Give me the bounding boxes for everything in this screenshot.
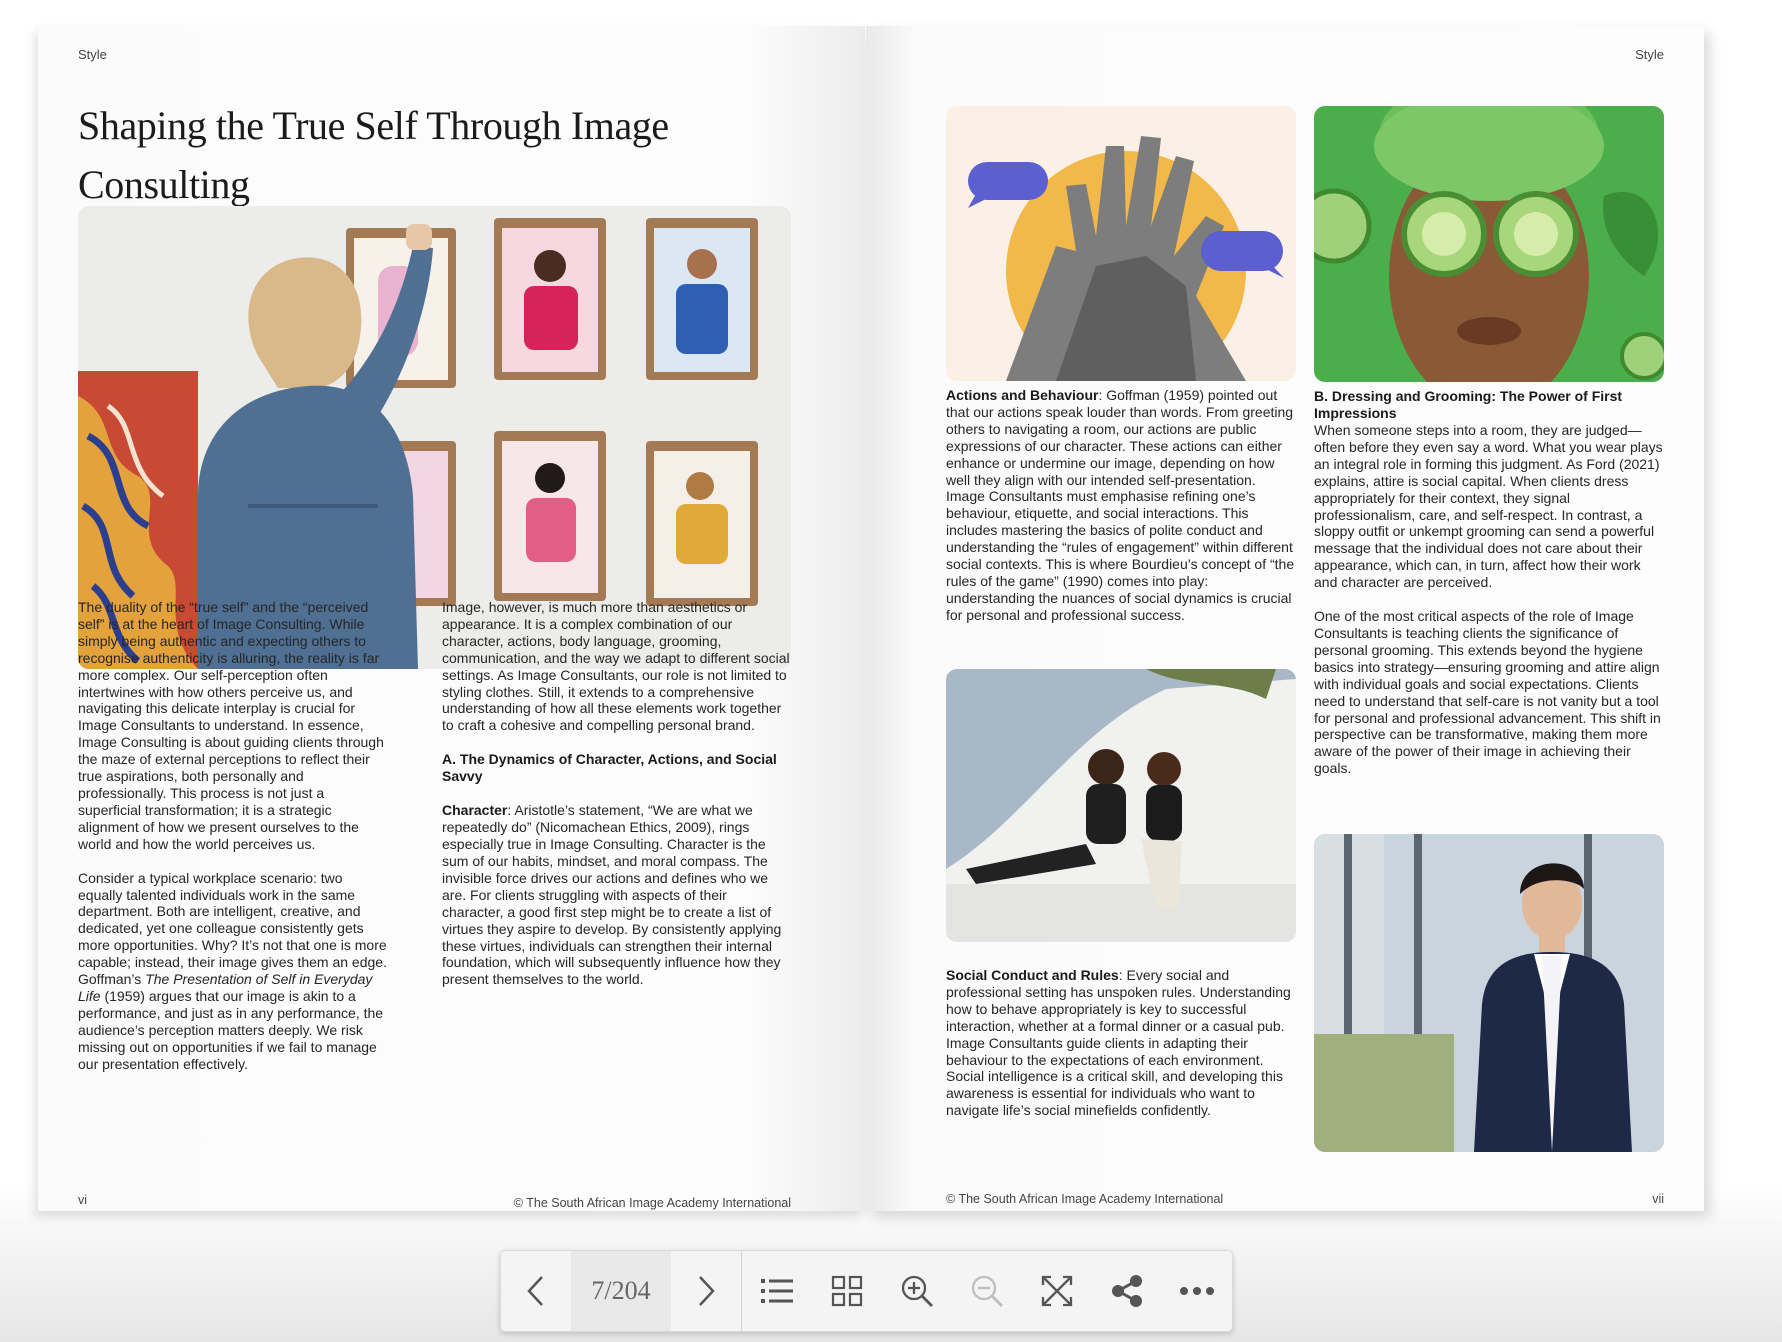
paragraph: Consider a typical workplace scenario: t…: [78, 870, 390, 1073]
businesswoman-photo: [1314, 834, 1664, 1152]
left-column-2: Image, however, is much more than aesthe…: [442, 599, 792, 1005]
right-column-1-bottom: Social Conduct and Rules: Every social a…: [946, 967, 1296, 1136]
viewer-toolbar: 7/204: [500, 1250, 1233, 1332]
grid-icon: [831, 1275, 863, 1307]
zoom-out-icon: [971, 1275, 1003, 1307]
paragraph: One of the most critical aspects of the …: [1314, 608, 1661, 777]
left-column-1: The duality of the “true self” and the “…: [78, 599, 390, 1089]
table-of-contents-button[interactable]: [742, 1251, 812, 1331]
thumbnails-button[interactable]: [812, 1251, 882, 1331]
cucumber-spa-graphic: [1314, 106, 1664, 382]
businesswoman-graphic: [1314, 834, 1664, 1152]
zoom-out-button[interactable]: [952, 1251, 1022, 1331]
right-column-1-top: Actions and Behaviour: Goffman (1959) po…: [946, 387, 1296, 641]
text-run: : Goffman (1959) pointed out that our ac…: [946, 387, 1295, 623]
text-run: : Every social and professional setting …: [946, 967, 1291, 1119]
friends-sitting-graphic: [946, 669, 1296, 942]
article-title: Shaping the True Self Through Image Cons…: [78, 103, 669, 207]
share-button[interactable]: [1092, 1251, 1162, 1331]
paragraph: Actions and Behaviour: Goffman (1959) po…: [946, 387, 1296, 624]
fullscreen-icon: [1041, 1275, 1073, 1307]
running-head: Style: [78, 47, 107, 62]
prev-page-button[interactable]: [501, 1251, 571, 1331]
term-label: Actions and Behaviour: [946, 387, 1099, 403]
zoom-in-icon: [901, 1275, 933, 1307]
text-run: : Aristotle’s statement, “We are what we…: [442, 802, 782, 988]
high-five-photo: [946, 106, 1296, 381]
page-footer: © The South African Image Academy Intern…: [946, 1192, 1224, 1206]
term-label: Social Conduct and Rules: [946, 967, 1119, 983]
section-heading: A. The Dynamics of Character, Actions, a…: [442, 751, 777, 785]
right-column-2: B. Dressing and Grooming: The Power of F…: [1314, 388, 1664, 794]
paragraph: When someone steps into a room, they are…: [1314, 422, 1663, 591]
page-counter[interactable]: 7/204: [571, 1251, 671, 1331]
paragraph: The duality of the “true self” and the “…: [78, 599, 384, 852]
more-button[interactable]: [1162, 1251, 1232, 1331]
next-page-button[interactable]: [671, 1251, 741, 1331]
friends-sitting-photo: [946, 669, 1296, 942]
high-five-graphic: [946, 106, 1296, 381]
list-icon: [761, 1279, 793, 1303]
fullscreen-button[interactable]: [1022, 1251, 1092, 1331]
chevron-right-icon: [699, 1276, 715, 1306]
left-page: Style Shaping the True Self Through Imag…: [38, 26, 865, 1211]
page-number: vii: [1652, 1192, 1664, 1206]
paragraph: Character: Aristotle’s statement, “We ar…: [442, 802, 792, 988]
running-head: Style: [1635, 47, 1664, 62]
chevron-left-icon: [527, 1276, 543, 1306]
share-icon: [1112, 1275, 1142, 1307]
paragraph: Social Conduct and Rules: Every social a…: [946, 967, 1296, 1119]
cucumber-spa-photo: [1314, 106, 1664, 382]
right-page: Style Actions and Behaviour: Goffman (19…: [866, 26, 1704, 1211]
more-icon: [1180, 1287, 1214, 1295]
text-run: Consider a typical workplace scenario: t…: [78, 869, 387, 988]
zoom-in-button[interactable]: [882, 1251, 952, 1331]
section-heading: B. Dressing and Grooming: The Power of F…: [1314, 388, 1623, 421]
term-label: Character: [442, 802, 508, 819]
page-footer: © The South African Image Academy Intern…: [513, 1196, 791, 1210]
text-run: (1959) argues that our image is akin to …: [78, 987, 384, 1072]
paragraph: Image, however, is much more than aesthe…: [442, 599, 790, 734]
page-number: vi: [78, 1193, 88, 1207]
